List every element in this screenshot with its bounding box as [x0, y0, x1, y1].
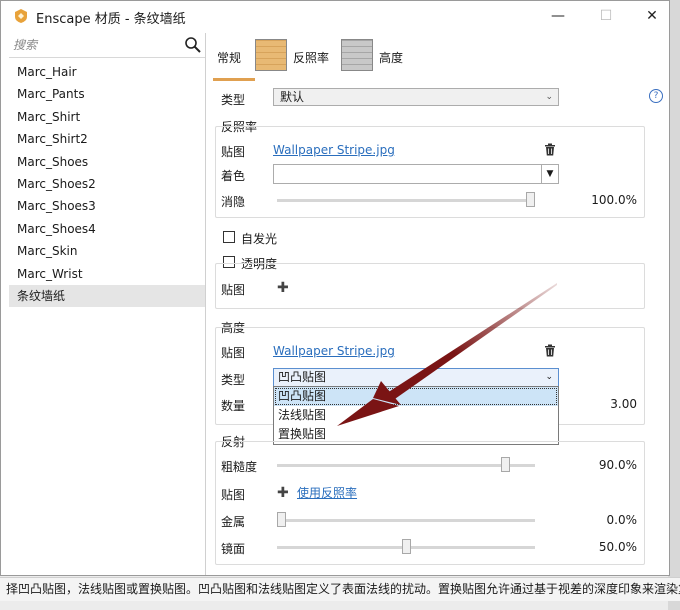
window-title: Enscape 材质 - 条纹墙纸: [36, 12, 186, 27]
material-editor-window: Enscape 材质 - 条纹墙纸 — ☐ ✕ Marc_Hair Marc_P…: [0, 0, 670, 576]
maximize-button[interactable]: ☐: [593, 6, 619, 26]
material-list-pane: Marc_Hair Marc_Pants Marc_Shirt Marc_Shi…: [9, 33, 206, 575]
height-type-label: 类型: [221, 373, 246, 387]
roughness-label: 粗糙度: [221, 460, 258, 474]
fade-slider-thumb[interactable]: [526, 192, 535, 207]
emissive-checkbox[interactable]: [223, 231, 235, 243]
height-thumbnail: [341, 39, 373, 71]
specular-label: 镜面: [221, 542, 246, 556]
plus-icon[interactable]: ✚: [277, 486, 289, 500]
reflection-map-label: 贴图: [221, 488, 246, 502]
trash-icon[interactable]: [544, 344, 556, 357]
metal-label: 金属: [221, 515, 246, 529]
material-item-marc-hair[interactable]: Marc_Hair: [9, 61, 205, 83]
material-item-marc-shoes3[interactable]: Marc_Shoes3: [9, 195, 205, 217]
status-bar: 择凹凸贴图，法线贴图或置换贴图。凹凸贴图和法线贴图定义了表面法线的扰动。置换贴图…: [0, 577, 680, 601]
material-item-marc-shirt[interactable]: Marc_Shirt: [9, 106, 205, 128]
enscape-logo-icon: [15, 9, 27, 23]
fade-value: 100.0%: [591, 193, 637, 207]
height-map-file-link[interactable]: Wallpaper Stripe.jpg: [273, 344, 395, 358]
height-type-dropdown-list: 凹凸贴图 法线贴图 置换贴图: [273, 386, 559, 445]
chevron-down-icon: ⌄: [545, 92, 553, 102]
tab-height[interactable]: 高度: [341, 37, 411, 77]
specular-value: 50.0%: [598, 540, 637, 554]
tint-label: 着色: [221, 169, 246, 183]
plus-icon[interactable]: ✚: [277, 281, 289, 295]
amount-value: 3.00: [610, 397, 637, 411]
titlebar: Enscape 材质 - 条纹墙纸 — ☐ ✕: [1, 1, 669, 31]
close-button[interactable]: ✕: [639, 6, 665, 26]
height-type-value: 凹凸贴图: [278, 370, 327, 384]
help-icon[interactable]: ?: [649, 89, 663, 103]
material-item-marc-shoes[interactable]: Marc_Shoes: [9, 151, 205, 173]
fade-slider-track[interactable]: [277, 199, 535, 202]
height-type-select[interactable]: 凹凸贴图 ⌄: [273, 368, 559, 387]
metal-slider-thumb[interactable]: [277, 512, 286, 527]
material-item-marc-skin[interactable]: Marc_Skin: [9, 240, 205, 262]
material-item-marc-shirt2[interactable]: Marc_Shirt2: [9, 128, 205, 150]
trash-icon[interactable]: [544, 143, 556, 156]
emissive-label: 自发光: [241, 232, 278, 246]
material-type-value: 默认: [280, 90, 305, 104]
fade-label: 消隐: [221, 195, 246, 209]
search-input[interactable]: [13, 36, 173, 54]
material-properties-pane: 常规 反照率 高度 类型 默认 ⌄ ? 反照率 贴图 Wallpaper Str…: [207, 33, 667, 575]
amount-label: 数量: [221, 399, 246, 413]
height-map-label: 贴图: [221, 346, 246, 360]
metal-value: 0.0%: [606, 513, 638, 527]
minimize-button[interactable]: —: [545, 6, 571, 26]
tab-height-label: 高度: [379, 51, 404, 65]
material-type-select[interactable]: 默认 ⌄: [273, 88, 559, 106]
type-label: 类型: [221, 93, 246, 107]
albedo-thumbnail: [255, 39, 287, 71]
search-icon[interactable]: [184, 36, 202, 54]
tab-general[interactable]: 常规: [211, 37, 257, 81]
height-type-option-normal[interactable]: 法线贴图: [274, 406, 558, 425]
chevron-down-icon: ⌄: [545, 372, 553, 382]
tab-albedo-label: 反照率: [293, 51, 330, 65]
specular-slider-thumb[interactable]: [401, 539, 411, 554]
tint-color-picker[interactable]: ▼: [273, 164, 559, 184]
material-item-marc-wrist[interactable]: Marc_Wrist: [9, 263, 205, 285]
chevron-down-icon[interactable]: ▼: [541, 165, 558, 183]
material-item-marc-shoes4[interactable]: Marc_Shoes4: [9, 218, 205, 240]
roughness-value: 90.0%: [598, 458, 637, 472]
tab-albedo[interactable]: 反照率: [255, 37, 337, 77]
active-tab-indicator: [213, 78, 255, 81]
search-box: [9, 33, 205, 58]
roughness-slider-thumb[interactable]: [501, 457, 511, 472]
height-type-option-bump[interactable]: 凹凸贴图: [274, 387, 558, 406]
tab-general-label: 常规: [217, 51, 242, 65]
metal-slider-track[interactable]: [277, 519, 535, 522]
albedo-map-label: 贴图: [221, 145, 246, 159]
material-item-stripe-wallpaper[interactable]: 条纹墙纸: [9, 284, 205, 308]
material-item-marc-pants[interactable]: Marc_Pants: [9, 83, 205, 105]
material-list: Marc_Hair Marc_Pants Marc_Shirt Marc_Shi…: [9, 61, 205, 308]
roughness-slider-track[interactable]: [277, 464, 535, 467]
material-item-marc-shoes2[interactable]: Marc_Shoes2: [9, 173, 205, 195]
transparency-map-label: 贴图: [221, 283, 246, 297]
use-albedo-link[interactable]: 使用反照率: [297, 484, 357, 501]
albedo-map-file-link[interactable]: Wallpaper Stripe.jpg: [273, 143, 395, 157]
